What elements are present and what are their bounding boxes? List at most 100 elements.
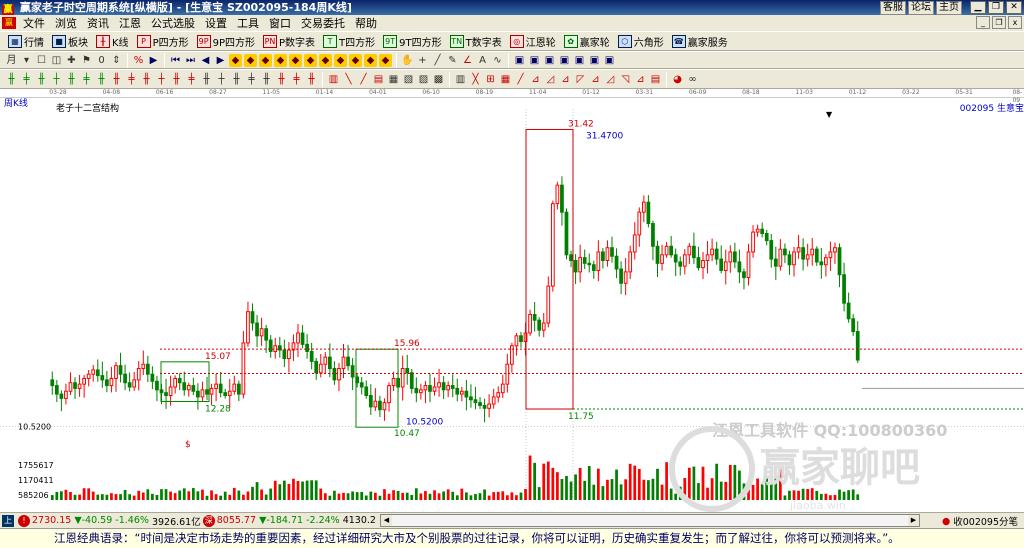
gann-tool-5-icon[interactable]: ╱ bbox=[514, 73, 527, 86]
chart-tool-7-icon[interactable]: ▨ bbox=[417, 73, 430, 86]
gann-tool-13-icon[interactable]: ⊿ bbox=[634, 73, 647, 86]
diamond-zoom-out-icon[interactable]: ◆ bbox=[304, 53, 317, 67]
window-f-icon[interactable]: ▣ bbox=[588, 54, 601, 67]
gann-tool-2-icon[interactable]: ╳ bbox=[469, 73, 482, 86]
chart-tool-8-icon[interactable]: ▩ bbox=[432, 73, 445, 86]
line-icon[interactable]: ╱ bbox=[431, 54, 444, 67]
minimize-icon[interactable]: ▁ bbox=[970, 1, 986, 14]
winner-wheel-button[interactable]: ✿ 赢家轮 bbox=[560, 33, 614, 50]
window-e-icon[interactable]: ▣ bbox=[573, 54, 586, 67]
link-forum[interactable]: 论坛 bbox=[908, 1, 934, 15]
bar-tool-8-icon[interactable]: ╫ bbox=[110, 73, 123, 86]
gann-tool-1-icon[interactable]: ▥ bbox=[454, 73, 467, 86]
menu-file[interactable]: 文件 bbox=[18, 15, 50, 31]
cross-icon[interactable]: + bbox=[416, 54, 429, 67]
tick-status[interactable]: 收002095分笔 bbox=[953, 514, 1018, 528]
bar-tool-5-icon[interactable]: ╫ bbox=[65, 73, 78, 86]
bar-tool-18-icon[interactable]: ╫ bbox=[260, 73, 273, 86]
menu-settings[interactable]: 设置 bbox=[200, 15, 232, 31]
menu-trade[interactable]: 交易委托 bbox=[296, 15, 350, 31]
window-c-icon[interactable]: ▣ bbox=[543, 54, 556, 67]
diamond-left-icon[interactable]: ◆ bbox=[259, 53, 272, 67]
horizontal-scrollbar[interactable]: ◀ ▶ bbox=[379, 514, 920, 527]
text-icon[interactable]: A bbox=[476, 54, 489, 67]
diamond-up-icon[interactable]: ◆ bbox=[229, 53, 242, 67]
quotes-button[interactable]: ▦ 行情 bbox=[4, 33, 48, 50]
bar-tool-19-icon[interactable]: ╫ bbox=[275, 73, 288, 86]
menu-news[interactable]: 资讯 bbox=[82, 15, 114, 31]
wave-icon[interactable]: ∿ bbox=[491, 54, 504, 67]
chart-tool-3-icon[interactable]: ╱ bbox=[357, 73, 370, 86]
diamond-b-icon[interactable]: ◆ bbox=[334, 53, 347, 67]
gann-tool-12-icon[interactable]: ◹ bbox=[619, 73, 632, 86]
spin-icon[interactable]: ⇕ bbox=[110, 54, 123, 67]
window-a-icon[interactable]: ▣ bbox=[513, 54, 526, 67]
diamond-c-icon[interactable]: ◆ bbox=[349, 53, 362, 67]
menu-browse[interactable]: 浏览 bbox=[50, 15, 82, 31]
pencil-icon[interactable]: ✎ bbox=[446, 54, 459, 67]
flag-icon[interactable]: ⚑ bbox=[80, 54, 93, 67]
candlestick-chart[interactable]: 15.0712.2815.9610.520010.4731.4231.47001… bbox=[0, 89, 1024, 512]
period-select-icon[interactable]: 月 bbox=[5, 54, 18, 67]
bar-tool-17-icon[interactable]: ╪ bbox=[245, 73, 258, 86]
menu-gann[interactable]: 江恩 bbox=[114, 15, 146, 31]
window-b-icon[interactable]: ▣ bbox=[528, 54, 541, 67]
gann-tool-14-icon[interactable]: ▤ bbox=[649, 73, 662, 86]
gann-tool-9-icon[interactable]: ◸ bbox=[574, 73, 587, 86]
prev-icon[interactable]: ◀ bbox=[199, 54, 212, 67]
dropdown-arrow-icon[interactable]: ▾ bbox=[20, 54, 33, 67]
percent-icon[interactable]: % bbox=[132, 54, 145, 67]
chart-tool-6-icon[interactable]: ▧ bbox=[402, 73, 415, 86]
bar-tool-10-icon[interactable]: ╫ bbox=[140, 73, 153, 86]
gann-tool-8-icon[interactable]: ⊿ bbox=[559, 73, 572, 86]
mdi-close-icon[interactable]: x bbox=[1008, 16, 1022, 29]
bar-tool-12-icon[interactable]: ╫ bbox=[170, 73, 183, 86]
hand-icon[interactable]: ✋ bbox=[401, 54, 414, 67]
bar-tool-20-icon[interactable]: ╪ bbox=[290, 73, 303, 86]
gann-tool-3-icon[interactable]: ⊞ bbox=[484, 73, 497, 86]
diamond-e-icon[interactable]: ◆ bbox=[379, 53, 392, 67]
last-icon[interactable]: ⏭ bbox=[184, 54, 197, 67]
diamond-a-icon[interactable]: ◆ bbox=[319, 53, 332, 67]
p-square-button[interactable]: P P四方形 bbox=[133, 33, 193, 50]
color-wheel-icon[interactable]: ◕ bbox=[671, 73, 684, 86]
menu-formula[interactable]: 公式选股 bbox=[146, 15, 200, 31]
mdi-minimize-icon[interactable]: _ bbox=[976, 16, 990, 29]
bar-tool-16-icon[interactable]: ╫ bbox=[230, 73, 243, 86]
9t-square-button[interactable]: 9T 9T四方形 bbox=[379, 33, 445, 50]
9p-square-button[interactable]: 9P 9P四方形 bbox=[193, 33, 259, 50]
gann-tool-11-icon[interactable]: ◿ bbox=[604, 73, 617, 86]
zero-icon[interactable]: 0 bbox=[95, 54, 108, 67]
next-icon[interactable]: ▶ bbox=[214, 54, 227, 67]
mdi-restore-icon[interactable]: ❐ bbox=[992, 16, 1006, 29]
gann-tool-7-icon[interactable]: ◿ bbox=[544, 73, 557, 86]
first-icon[interactable]: ⏮ bbox=[169, 54, 182, 67]
gann-tool-6-icon[interactable]: ⊿ bbox=[529, 73, 542, 86]
sector-button[interactable]: ■ 板块 bbox=[48, 33, 92, 50]
diamond-right-icon[interactable]: ◆ bbox=[274, 53, 287, 67]
period-label[interactable]: 周K线 bbox=[4, 96, 28, 109]
bar-tool-4-icon[interactable]: ┼ bbox=[50, 73, 63, 86]
alert-icon[interactable]: ! bbox=[18, 514, 30, 527]
bar-tool-3-icon[interactable]: ╫ bbox=[35, 73, 48, 86]
bar-tool-13-icon[interactable]: ╪ bbox=[185, 73, 198, 86]
play-icon[interactable]: ▶ bbox=[147, 54, 160, 67]
gann-tool-4-icon[interactable]: ▦ bbox=[499, 73, 512, 86]
chart-panel[interactable]: 15.07 12.28 15.96 10.5200 10.47 31.42 31.4700 1… bbox=[0, 89, 1024, 512]
p-table-button[interactable]: PN P数字表 bbox=[259, 33, 319, 50]
document-icon[interactable]: 赢 bbox=[2, 17, 16, 29]
link-icon[interactable]: ∞ bbox=[686, 73, 699, 86]
bar-tool-1-icon[interactable]: ╫ bbox=[5, 73, 18, 86]
scroll-left-icon[interactable]: ◀ bbox=[380, 515, 392, 526]
t-square-button[interactable]: T T四方形 bbox=[319, 33, 379, 50]
menu-window[interactable]: 窗口 bbox=[264, 15, 296, 31]
bar-tool-6-icon[interactable]: ╪ bbox=[80, 73, 93, 86]
t-table-button[interactable]: TN T数字表 bbox=[446, 33, 506, 50]
diamond-down-icon[interactable]: ◆ bbox=[244, 53, 257, 67]
bar-tool-21-icon[interactable]: ╫ bbox=[305, 73, 318, 86]
hexagon-button[interactable]: ⬡ 六角形 bbox=[614, 33, 668, 50]
open-file-icon[interactable]: ☐ bbox=[35, 54, 48, 67]
diamond-zoom-in-icon[interactable]: ◆ bbox=[289, 53, 302, 67]
bar-tool-7-icon[interactable]: ╫ bbox=[95, 73, 108, 86]
menu-help[interactable]: 帮助 bbox=[350, 15, 382, 31]
